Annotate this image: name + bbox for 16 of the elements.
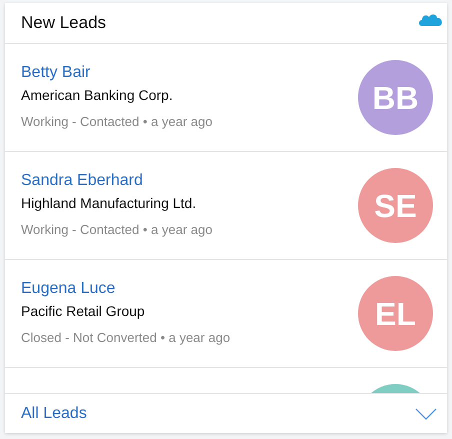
lead-name-link[interactable]: Sandra Eberhard bbox=[21, 171, 212, 191]
company-name: Pacific Retail Group bbox=[21, 302, 146, 320]
lead-name-link[interactable]: Betty Bair bbox=[21, 63, 212, 83]
initials-avatar: BB bbox=[358, 60, 433, 135]
all-leads-link[interactable]: All Leads bbox=[21, 402, 87, 426]
lead-name-link[interactable]: Eugena Luce bbox=[21, 279, 230, 299]
cloud-icon bbox=[418, 12, 443, 27]
lead-status-text: Working - Contacted • a year ago bbox=[21, 222, 212, 238]
company-name: American Banking Corp. bbox=[21, 86, 174, 104]
chevron-down-icon[interactable] bbox=[415, 408, 437, 420]
initials-avatar: SE bbox=[358, 168, 433, 243]
card-title: New Leads bbox=[21, 12, 106, 34]
lead-status-text: Closed - Not Converted • a year ago bbox=[21, 330, 230, 346]
lead-status-text: Working - Contacted • a year ago bbox=[21, 114, 212, 130]
company-name: Highland Manufacturing Ltd. bbox=[21, 194, 198, 212]
initials-avatar: EL bbox=[358, 276, 433, 351]
